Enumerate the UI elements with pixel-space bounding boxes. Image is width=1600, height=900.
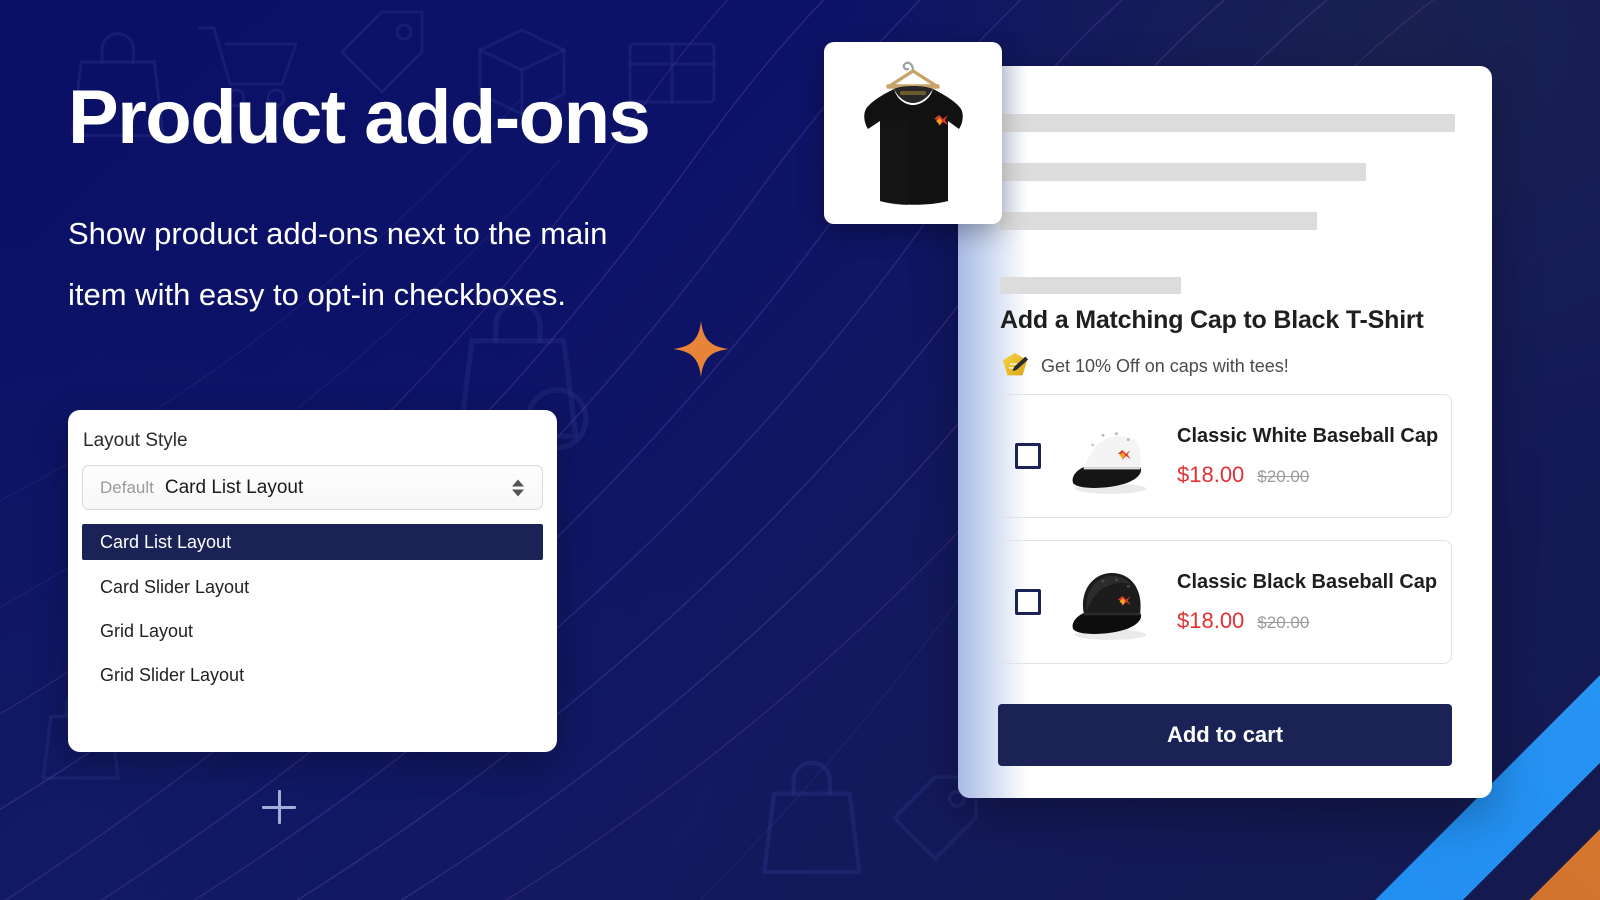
plus-marker-icon <box>262 790 296 824</box>
select-default-prefix: Default <box>100 477 154 497</box>
addon-item-black-cap[interactable]: Classic Black Baseball Cap $18.00 $20.00 <box>998 540 1452 664</box>
discount-tag-icon <box>1002 352 1029 376</box>
page-title: Product add-ons <box>68 75 651 160</box>
select-selected-value: Card List Layout <box>164 476 304 498</box>
promo-text: Get 10% Off on caps with tees! <box>1041 355 1289 376</box>
addon-sale-price: $18.00 <box>1177 607 1245 633</box>
addon-checkbox-white-cap[interactable] <box>1015 443 1041 469</box>
price-row: $18.00 $20.00 <box>1177 608 1437 634</box>
addon-info: Classic Black Baseball Cap $18.00 $20.00 <box>1177 571 1437 634</box>
addon-item-name: Classic Black Baseball Cap <box>1177 570 1438 593</box>
addon-section-title: Add a Matching Cap to Black T-Shirt <box>1000 306 1424 334</box>
addon-item-white-cap[interactable]: Classic White Baseball Cap $18.00 $20.00 <box>998 394 1452 518</box>
addon-sale-price: $18.00 <box>1177 461 1245 487</box>
product-preview-panel: Add a Matching Cap to Black T-Shirt Get … <box>958 66 1492 798</box>
four-point-star-icon <box>673 321 729 377</box>
skeleton-bar <box>1000 277 1181 294</box>
addon-info: Classic White Baseball Cap $18.00 $20.00 <box>1177 425 1438 488</box>
layout-option-card-list[interactable]: Card List Layout <box>82 524 543 560</box>
addon-item-list: Classic White Baseball Cap $18.00 $20.00 <box>998 394 1452 686</box>
black-tshirt-on-hanger-image <box>864 61 963 205</box>
up-down-arrows-icon[interactable] <box>512 479 524 496</box>
layout-option-grid-slider[interactable]: Grid Slider Layout <box>82 658 543 692</box>
skeleton-bar <box>1000 163 1366 181</box>
addon-checkbox-black-cap[interactable] <box>1015 589 1041 615</box>
addon-item-name: Classic White Baseball Cap <box>1177 424 1439 447</box>
add-to-cart-button[interactable]: Add to cart <box>998 704 1452 766</box>
layout-style-label: Layout Style <box>83 430 188 451</box>
skeleton-bar <box>1000 114 1455 132</box>
white-baseball-cap-image <box>1055 404 1163 508</box>
skeleton-bar <box>1000 212 1317 230</box>
layout-option-grid[interactable]: Grid Layout <box>82 614 543 648</box>
skeleton-placeholder-group <box>1000 114 1456 294</box>
promo-row: Get 10% Off on caps with tees! <box>1000 351 1289 381</box>
layout-style-option-list: Card List Layout Card Slider Layout Grid… <box>82 517 543 738</box>
addon-original-price: $20.00 <box>1257 466 1310 486</box>
price-row: $18.00 $20.00 <box>1177 462 1438 488</box>
hero-copy: Product add-ons Show product add-ons nex… <box>68 78 828 325</box>
layout-style-card: Layout Style Default Card List Layout Ca… <box>68 410 557 752</box>
layout-option-card-slider[interactable]: Card Slider Layout <box>82 570 543 604</box>
hero-subtitle: Show product add-ons next to the main it… <box>68 215 608 312</box>
product-thumbnail-card <box>824 42 1002 224</box>
addon-original-price: $20.00 <box>1257 612 1310 632</box>
promo-banner: Product add-ons Show product add-ons nex… <box>0 0 1600 900</box>
layout-style-select[interactable]: Default Card List Layout <box>82 465 543 510</box>
black-baseball-cap-image <box>1055 550 1163 654</box>
